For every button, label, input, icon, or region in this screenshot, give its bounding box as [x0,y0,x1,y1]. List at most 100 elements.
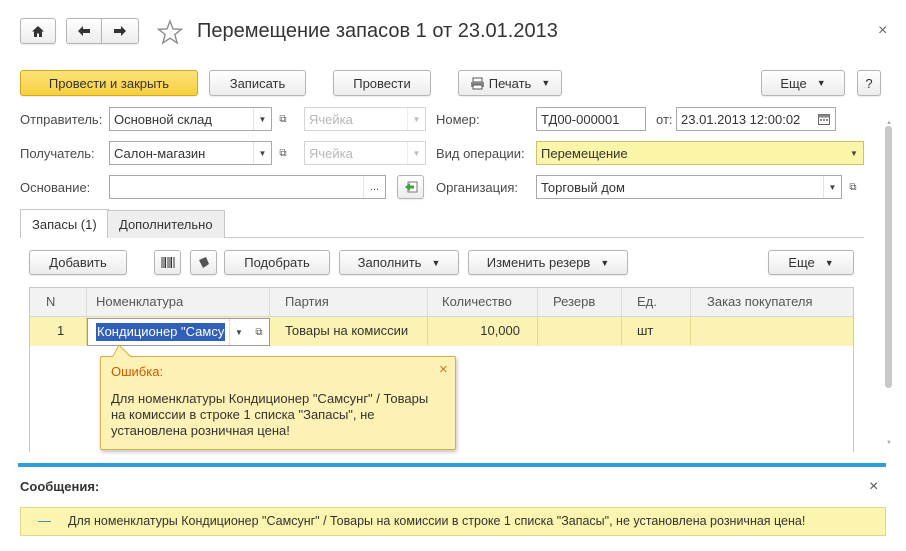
col-nomenclature[interactable]: Номенклатура [87,288,270,316]
more-button[interactable]: Еще ▼ [761,70,845,96]
post-and-close-button[interactable]: Провести и закрыть [20,70,198,96]
open-item-icon[interactable]: ⧉ [249,319,269,345]
scrollbar-thumb[interactable] [885,126,892,388]
tooltip-pointer [111,344,133,358]
date-label: от: [656,112,673,127]
fill-button[interactable]: Заполнить ▼ [339,250,459,275]
calendar-icon[interactable] [813,108,835,130]
chevron-down-icon: ▼ [600,257,610,268]
message-dash-icon: — [38,513,51,528]
sender-cell-field: Ячейка ▼ [304,107,426,131]
recipient-value: Салон-магазин [114,145,206,161]
chevron-down-icon: ▼ [816,78,826,88]
arrow-left-icon [78,26,90,36]
arrow-right-icon [114,26,126,36]
sender-cell-placeholder: Ячейка [309,111,353,127]
printer-icon [470,77,484,89]
help-button[interactable]: ? [857,70,881,96]
cell-nomenclature-editor[interactable]: Кондиционер "Самсу ▼ ⧉ [87,318,270,346]
table-more-label: Еще [788,255,815,270]
fill-basis-button[interactable] [397,175,424,199]
basis-field[interactable]: ... [109,175,386,199]
ellipsis-button[interactable]: ... [363,176,385,198]
organization-value: Торговый дом [541,179,625,195]
tab-stock-label: Запасы (1) [32,216,97,232]
cell-n: 1 [30,317,87,345]
barcode-button[interactable] [154,250,181,275]
post-label: Провести [353,75,411,91]
chevron-down-icon: ▼ [407,108,425,130]
tab-additional[interactable]: Дополнительно [107,210,225,238]
sender-value: Основной склад [114,111,212,127]
cell-batch: Товары на комиссии [270,317,428,345]
back-button[interactable] [66,18,102,44]
save-label: Записать [229,75,286,91]
cell-nomenclature-value: Кондиционер "Самсу [96,323,226,341]
error-tooltip: Ошибка: × Для номенклатуры Кондиционер "… [100,344,456,450]
recipient-cell-field: Ячейка ▼ [304,141,426,165]
date-value: 23.01.2013 12:00:02 [681,111,801,127]
col-n[interactable]: N [30,288,87,316]
col-batch[interactable]: Партия [270,288,428,316]
organization-label: Организация: [436,180,519,195]
table-more-button[interactable]: Еще ▼ [768,250,854,275]
col-quantity[interactable]: Количество [428,288,538,316]
operation-field[interactable]: Перемещение ▼ [536,141,864,165]
message-item[interactable]: — Для номенклатуры Кондиционер "Самсунг"… [20,507,886,536]
recipient-field[interactable]: Салон-магазин ▼ [109,141,272,165]
open-sender-icon[interactable]: ⧉ [274,107,292,131]
number-field[interactable]: ТД00-000001 [536,107,646,131]
sender-field[interactable]: Основной склад ▼ [109,107,272,131]
date-field[interactable]: 23.01.2013 12:00:02 [676,107,836,131]
close-icon[interactable]: × [878,22,887,40]
home-button[interactable] [20,18,56,44]
recipient-label: Получатель: [20,146,95,161]
scroll-down-arrow[interactable]: ▼ [886,440,892,446]
scrollbar-track[interactable]: ▲ ▼ [885,120,893,455]
save-button[interactable]: Записать [209,70,306,96]
chevron-down-icon[interactable]: ▼ [253,142,271,164]
chevron-down-icon: ▼ [407,142,425,164]
add-button[interactable]: Добавить [29,250,127,275]
col-unit[interactable]: Ед. [622,288,691,316]
table-header: N Номенклатура Партия Количество Резерв … [30,288,853,317]
green-arrow-icon [404,181,417,193]
sender-label: Отправитель: [20,112,103,127]
scanner-button[interactable] [190,250,217,275]
print-button[interactable]: Печать ▼ [458,70,562,96]
chevron-down-icon[interactable]: ▼ [253,108,271,130]
operation-value: Перемещение [541,145,628,161]
number-value: ТД00-000001 [541,111,620,127]
fill-label: Заполнить [357,255,422,270]
favorite-star-icon[interactable] [156,19,184,45]
home-icon [32,25,44,37]
print-label: Печать [488,75,532,91]
messages-close-icon[interactable]: × [869,478,878,496]
tooltip-close-icon[interactable]: × [439,361,448,378]
error-title: Ошибка: [111,364,164,379]
open-recipient-icon[interactable]: ⧉ [274,141,292,165]
col-order[interactable]: Заказ покупателя [691,288,853,316]
chevron-down-icon[interactable]: ▼ [823,176,841,198]
chevron-down-icon[interactable]: ▼ [229,319,248,345]
barcode-icon [161,257,174,268]
number-label: Номер: [436,112,480,127]
add-label: Добавить [49,255,107,270]
forward-button[interactable] [101,18,139,44]
chevron-down-icon[interactable]: ▼ [845,142,863,164]
error-text: Для номенклатуры Кондиционер "Самсунг" /… [111,391,429,438]
change-reserve-button[interactable]: Изменить резерв ▼ [468,250,628,275]
page-title: Перемещение запасов 1 от 23.01.2013 [197,20,558,42]
tab-stock[interactable]: Запасы (1) [20,209,109,238]
post-button[interactable]: Провести [333,70,431,96]
pick-button[interactable]: Подобрать [224,250,330,275]
cell-quantity: 10,000 [428,317,538,345]
recipient-cell-placeholder: Ячейка [309,145,353,161]
more-label: Еще [780,75,807,91]
basis-label: Основание: [20,180,91,195]
open-organization-icon[interactable]: ⧉ [844,175,862,199]
tab-additional-label: Дополнительно [119,217,213,232]
organization-field[interactable]: Торговый дом ▼ [536,175,842,199]
col-reserve[interactable]: Резерв [538,288,622,316]
messages-divider [18,463,886,467]
